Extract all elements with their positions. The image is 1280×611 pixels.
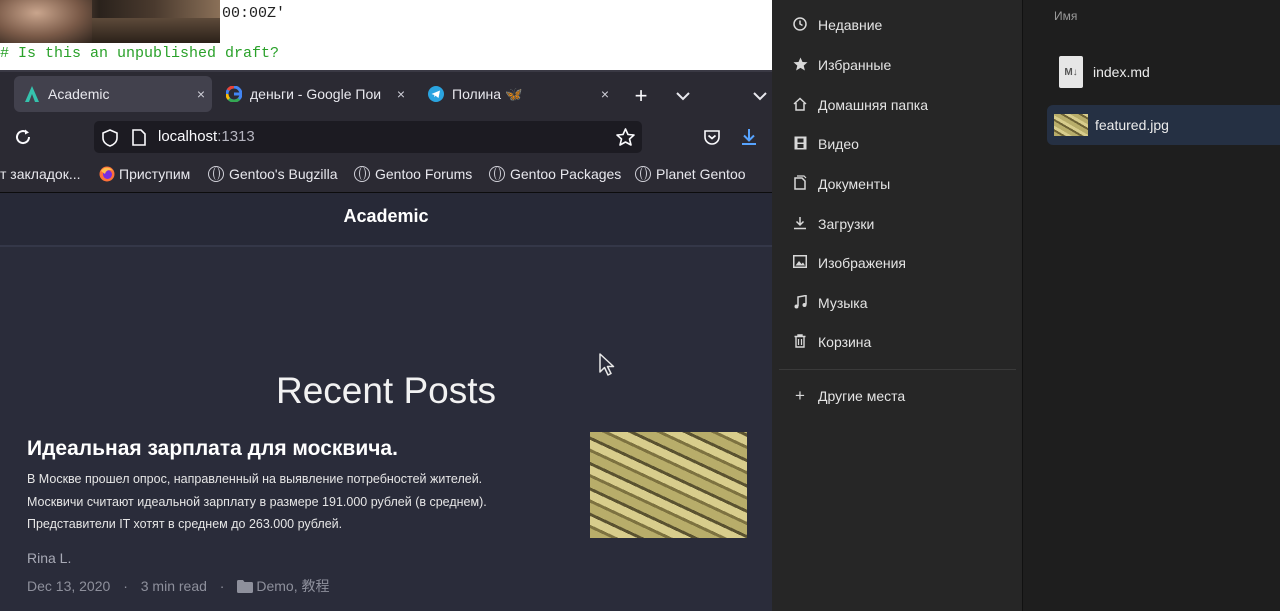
bookmark-label: Gentoo's Bugzilla: [229, 166, 338, 182]
download-icon: [792, 216, 808, 233]
telegram-icon: [428, 86, 444, 102]
pocket-icon[interactable]: [703, 129, 721, 151]
sidebar-item-downloads[interactable]: Загрузки: [792, 214, 874, 234]
bookmark-label: Planet Gentoo: [656, 166, 746, 182]
sidebar-item-trash[interactable]: Корзина: [792, 332, 871, 352]
sidebar-divider: [779, 369, 1016, 370]
tab-label: Academic: [48, 86, 110, 102]
download-icon[interactable]: [740, 128, 758, 151]
shield-icon[interactable]: [102, 129, 118, 152]
file-name: index.md: [1093, 64, 1150, 80]
section-title: Recent Posts: [275, 370, 497, 411]
summary-line: Представители IT хотят в среднем до 263.…: [27, 517, 343, 531]
clock-icon: [792, 16, 808, 34]
bookmark-gentoo-bugzilla[interactable]: Gentoo's Bugzilla: [208, 166, 338, 182]
sidebar-item-home[interactable]: Домашняя папка: [792, 95, 928, 115]
tab-academic[interactable]: Academic ×: [14, 76, 212, 112]
file-name: featured.jpg: [1095, 117, 1169, 133]
post-title[interactable]: Идеальная зарплата для москвича.: [27, 437, 398, 461]
sidebar-item-label: Изображения: [818, 255, 906, 271]
page-info-icon[interactable]: [132, 129, 146, 151]
sidebar-item-label: Загрузки: [818, 216, 875, 232]
terminal-line-1: 00:00Z': [222, 5, 286, 22]
post-read-time: 3 min read: [140, 578, 207, 594]
firefox-icon: [99, 166, 115, 182]
sidebar-item-recent[interactable]: Недавние: [792, 15, 882, 35]
new-tab-button[interactable]: +: [630, 83, 652, 109]
sidebar-item-label: Недавние: [818, 17, 883, 33]
globe-icon: [635, 166, 651, 182]
meta-separator: ·: [123, 578, 128, 594]
sidebar-item-label: Избранные: [818, 57, 892, 73]
url-host: localhost: [158, 128, 218, 145]
globe-icon: [208, 166, 224, 182]
academic-icon: [24, 86, 40, 102]
sidebar-item-starred[interactable]: Избранные: [792, 55, 891, 75]
sidebar-item-label: Домашняя папка: [818, 97, 929, 113]
file-item-index-md[interactable]: M↓ index.md: [1047, 52, 1280, 92]
folder-icon: [237, 580, 254, 596]
post-author[interactable]: Rina L.: [27, 550, 71, 566]
globe-icon: [354, 166, 370, 182]
bookmark-label: Приступим: [119, 166, 191, 182]
sidebar-item-label: Корзина: [818, 334, 872, 350]
close-tab-icon[interactable]: ×: [390, 86, 412, 102]
google-icon: [226, 86, 242, 102]
post-summary: В Москве прошел опрос, направленный на в…: [27, 468, 567, 536]
image-file-icon: [1054, 114, 1088, 136]
bookmark-star-icon[interactable]: [616, 128, 635, 151]
document-icon: [792, 175, 808, 193]
sidebar-item-label: Музыка: [818, 295, 868, 311]
file-item-featured-jpg[interactable]: featured.jpg: [1047, 105, 1280, 145]
mouse-cursor-icon: [599, 353, 615, 382]
meta-separator: ·: [219, 578, 225, 594]
tab-telegram[interactable]: Полина 🦋 ×: [418, 76, 616, 112]
sidebar-item-pictures[interactable]: Изображения: [792, 253, 906, 273]
terminal-line-2: # Is this an unpublished draft?: [0, 45, 280, 62]
post-categories[interactable]: Demo, 教程: [256, 578, 329, 594]
trash-icon: [792, 333, 808, 351]
sidebar-item-label: Видео: [818, 136, 859, 152]
sidebar-item-other-locations[interactable]: + Другие места: [792, 386, 905, 406]
music-icon: [792, 294, 808, 312]
bookmark-gentoo-forums[interactable]: Gentoo Forums: [354, 166, 472, 182]
sidebar-item-label: Документы: [818, 176, 891, 192]
summary-line: Москвичи считают идеальной зарплату в ра…: [27, 494, 487, 509]
star-icon: [792, 57, 808, 74]
summary-line: В Москве прошел опрос, направленный на в…: [27, 472, 483, 486]
post-meta: Dec 13, 2020 · 3 min read · Demo, 教程: [27, 576, 329, 596]
tab-google[interactable]: деньги - Google Пои ×: [216, 76, 412, 112]
bookmark-get-started[interactable]: Приступим: [99, 166, 190, 182]
sidebar-item-label: Другие места: [818, 388, 906, 404]
bookmark-label: Gentoo Forums: [375, 166, 473, 182]
tab-list-chevron-icon[interactable]: [675, 88, 691, 106]
url-port: :1313: [217, 128, 255, 145]
close-tab-icon[interactable]: ×: [594, 86, 616, 102]
tab-label: Полина 🦋: [452, 85, 523, 102]
globe-icon: [489, 166, 505, 182]
post-featured-image[interactable]: [590, 432, 747, 538]
image-icon: [792, 255, 808, 271]
bookmark-planet-gentoo[interactable]: Planet Gentoo: [635, 166, 746, 182]
column-header-name[interactable]: Имя: [1054, 9, 1077, 23]
video-icon: [792, 136, 808, 153]
tab-label: деньги - Google Пои: [250, 86, 382, 102]
sidebar-item-videos[interactable]: Видео: [792, 134, 859, 154]
bookmark-label: Gentoo Packages: [510, 166, 622, 182]
sidebar-item-music[interactable]: Музыка: [792, 293, 868, 313]
close-tab-icon[interactable]: ×: [190, 86, 212, 102]
url-text[interactable]: localhost:1313: [158, 128, 255, 145]
post-date: Dec 13, 2020: [27, 578, 111, 594]
webcam-overlay: [0, 0, 220, 43]
markdown-file-icon: M↓: [1059, 56, 1083, 88]
reload-icon[interactable]: [14, 128, 32, 151]
bookmark-label: т закладок...: [0, 166, 81, 182]
home-icon: [792, 96, 808, 114]
site-title[interactable]: Academic: [0, 206, 772, 227]
window-menu-chevron-icon[interactable]: [752, 88, 768, 106]
bookmark-gentoo-packages[interactable]: Gentoo Packages: [489, 166, 621, 182]
plus-icon: +: [795, 386, 805, 405]
sidebar-item-documents[interactable]: Документы: [792, 174, 890, 194]
bookmark-imported[interactable]: т закладок...: [0, 166, 81, 182]
